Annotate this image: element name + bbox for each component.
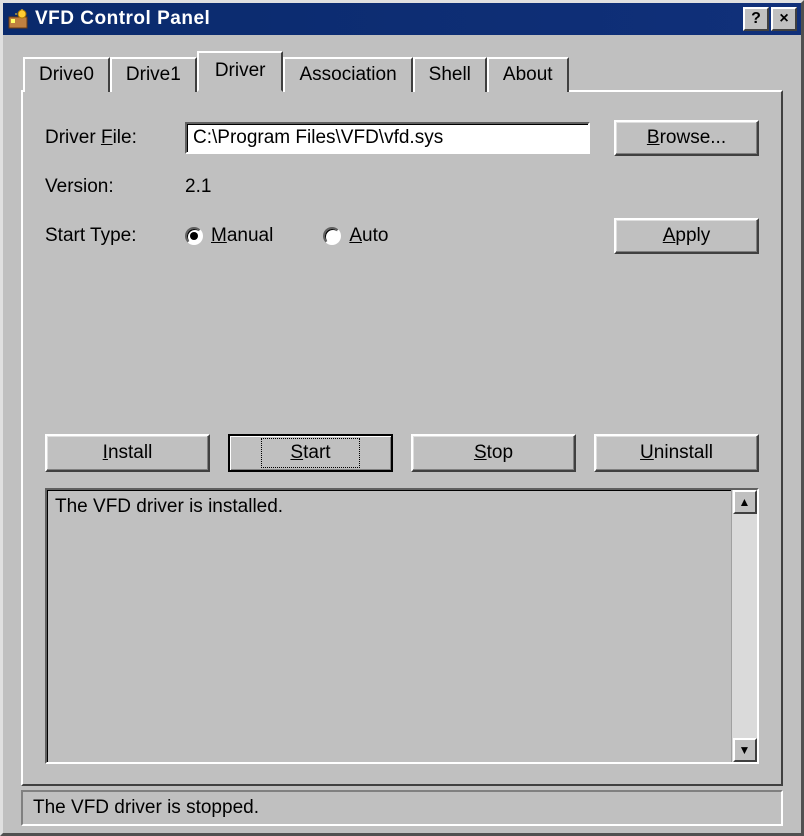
radio-label: Auto: [349, 225, 388, 247]
label-text: uto: [362, 225, 388, 246]
label-accel: F: [101, 127, 113, 148]
arrow-up-icon: ▲: [739, 495, 751, 509]
radio-dot-icon: [185, 227, 203, 245]
tab-driver[interactable]: Driver: [197, 51, 284, 92]
action-button-row: Install Start Stop Uninstall: [45, 434, 759, 472]
button-accel: B: [647, 127, 660, 148]
label-text: ile:: [113, 127, 137, 148]
app-icon: [7, 8, 29, 30]
log-area: The VFD driver is installed. ▲ ▼: [45, 488, 759, 764]
label-text: anual: [227, 225, 274, 246]
tab-strip: Drive0 Drive1 Driver Association Shell A…: [23, 51, 783, 90]
stop-button[interactable]: Stop: [411, 434, 576, 472]
button-text: ninstall: [654, 442, 713, 463]
statusbar: The VFD driver is stopped.: [21, 790, 783, 826]
row-version: Version: 2.1: [45, 176, 759, 198]
button-text: top: [487, 442, 513, 463]
close-button[interactable]: ×: [771, 7, 797, 31]
button-text: tart: [303, 442, 330, 463]
label-text: Driver: [45, 127, 101, 148]
row-start-type: Start Type: Manual Auto Apply: [45, 218, 759, 254]
scrollbar[interactable]: ▲ ▼: [731, 490, 757, 762]
button-accel: U: [640, 442, 654, 463]
help-button[interactable]: ?: [743, 7, 769, 31]
version-value: 2.1: [185, 176, 211, 198]
window-title: VFD Control Panel: [35, 8, 743, 30]
tab-shell[interactable]: Shell: [413, 57, 487, 92]
status-text: The VFD driver is stopped.: [33, 797, 259, 819]
driver-file-label: Driver File:: [45, 127, 185, 149]
tab-drive1[interactable]: Drive1: [110, 57, 197, 92]
button-accel: S: [474, 442, 487, 463]
titlebar: VFD Control Panel ? ×: [3, 3, 801, 35]
button-text: rowse...: [660, 127, 727, 148]
tab-body-driver: Driver File: Browse... Version: 2.1 Star…: [21, 90, 783, 786]
tab-drive0[interactable]: Drive0: [23, 57, 110, 92]
button-accel: A: [663, 225, 676, 246]
tab-control: Drive0 Drive1 Driver Association Shell A…: [21, 51, 783, 786]
install-button[interactable]: Install: [45, 434, 210, 472]
row-driver-file: Driver File: Browse...: [45, 120, 759, 156]
titlebar-controls: ? ×: [743, 7, 797, 31]
radio-dot-icon: [323, 227, 341, 245]
log-text[interactable]: The VFD driver is installed.: [47, 490, 731, 762]
label-accel: M: [211, 225, 227, 246]
apply-button[interactable]: Apply: [614, 218, 759, 254]
arrow-down-icon: ▼: [739, 743, 751, 757]
focus-rect: Start: [261, 438, 359, 468]
button-text: pply: [675, 225, 710, 246]
tab-association[interactable]: Association: [283, 57, 412, 92]
tab-about[interactable]: About: [487, 57, 569, 92]
start-button[interactable]: Start: [228, 434, 393, 472]
uninstall-button[interactable]: Uninstall: [594, 434, 759, 472]
button-text: nstall: [108, 442, 152, 463]
radio-manual[interactable]: Manual: [185, 225, 273, 247]
browse-button[interactable]: Browse...: [614, 120, 759, 156]
button-accel: S: [290, 442, 303, 463]
start-type-label: Start Type:: [45, 225, 185, 247]
driver-file-input[interactable]: [185, 122, 590, 154]
radio-label: Manual: [211, 225, 273, 247]
client-area: Drive0 Drive1 Driver Association Shell A…: [3, 35, 801, 833]
window: VFD Control Panel ? × Drive0 Drive1 Driv…: [0, 0, 804, 836]
radio-auto[interactable]: Auto: [323, 225, 388, 247]
scroll-down-button[interactable]: ▼: [733, 738, 757, 762]
version-label: Version:: [45, 176, 185, 198]
label-accel: A: [349, 225, 362, 246]
scroll-up-button[interactable]: ▲: [733, 490, 757, 514]
